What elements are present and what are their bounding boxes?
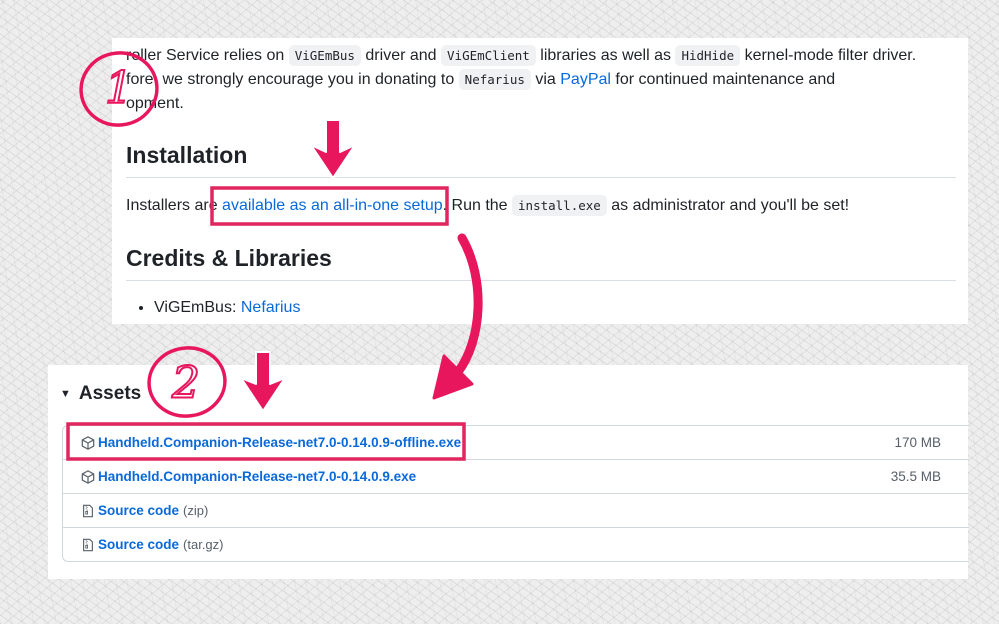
highlight-box-installer-link <box>210 186 449 226</box>
annotation-overlay: 1 2 <box>66 51 483 461</box>
down-arrow-icon <box>240 351 286 412</box>
step-2-label: 2 <box>171 358 200 409</box>
step-1-circle: 1 <box>79 51 159 127</box>
step-1-label: 1 <box>105 63 133 114</box>
curved-arrow-icon <box>432 233 483 400</box>
step-2-circle: 2 <box>147 346 227 418</box>
down-arrow-icon <box>310 119 356 179</box>
highlight-box-offline-asset <box>66 422 466 461</box>
